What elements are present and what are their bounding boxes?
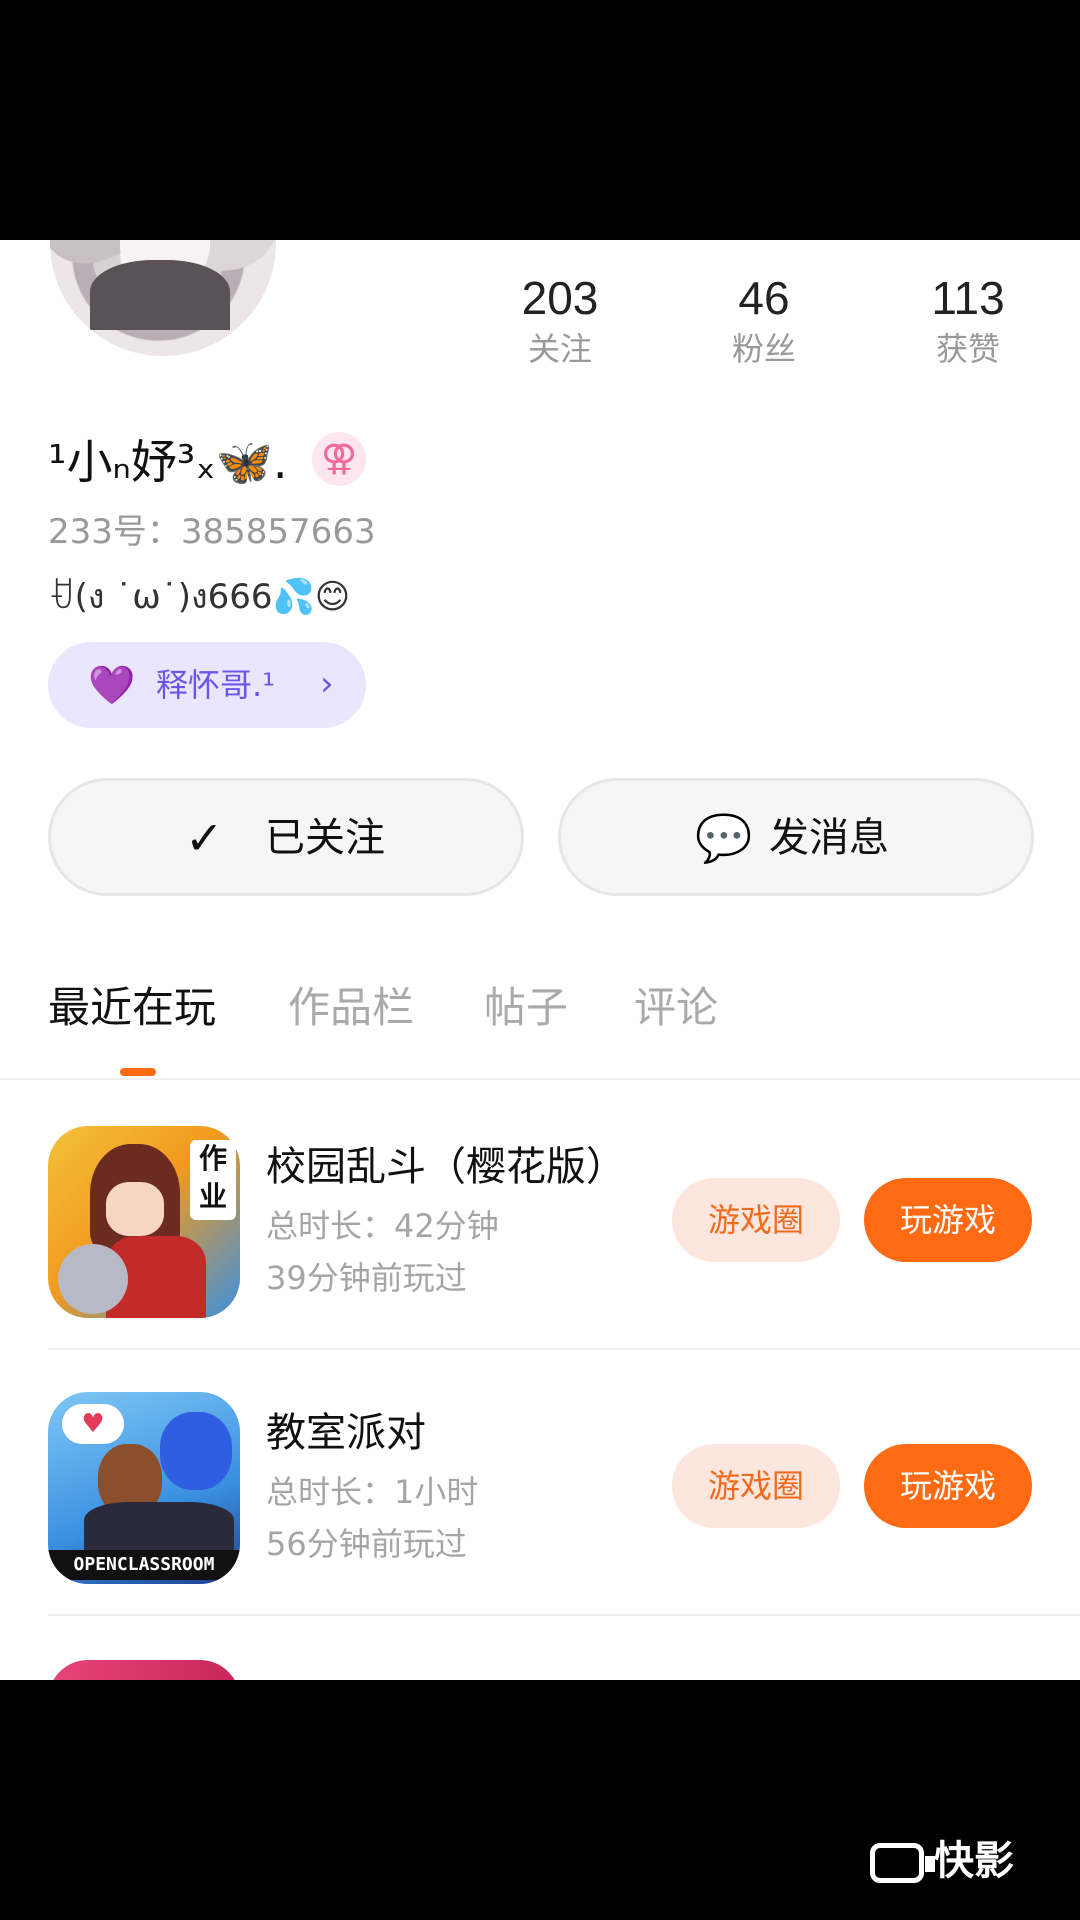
row-divider	[48, 1614, 1080, 1616]
game-total-time: 总时长：42分钟	[266, 1207, 499, 1245]
stat-fans[interactable]: 46 粉丝	[684, 270, 844, 370]
tab-recently-played[interactable]: 最近在玩	[48, 980, 216, 1036]
stat-likes-label: 获赞	[935, 330, 1000, 368]
user-id: 233号：385857663	[48, 512, 376, 552]
game-icon-text: 作业	[190, 1140, 236, 1220]
username: ¹小ₙ妤³ₓ🦋.	[48, 435, 288, 489]
heart-bubble-icon: ♥	[62, 1404, 124, 1444]
heart-icon: 💜	[88, 663, 136, 707]
send-message-button[interactable]: 💬 发消息	[558, 778, 1034, 896]
play-game-button[interactable]: 玩游戏	[864, 1178, 1032, 1262]
list-item[interactable]: 作业 校园乱斗（樱花版） 总时长：42分钟 39分钟前玩过 游戏圈 玩游戏	[0, 1126, 1080, 1391]
tabs-divider	[0, 1078, 1080, 1080]
followed-button-label: 已关注	[265, 815, 385, 861]
game-circle-button[interactable]: 游戏圈	[672, 1178, 840, 1262]
stat-following[interactable]: 203 关注	[480, 270, 640, 370]
check-icon: ✓	[185, 811, 224, 865]
game-icon[interactable]: 作业	[48, 1126, 240, 1318]
stat-fans-label: 粉丝	[731, 330, 796, 368]
relation-tag-chip[interactable]: 💜 释怀哥.¹ ›	[48, 642, 366, 728]
tab-posts[interactable]: 帖子	[484, 980, 568, 1036]
profile-tabs: 最近在玩 作品栏 帖子 评论	[0, 980, 1080, 1070]
stat-following-count: 203	[521, 272, 599, 324]
watermark-label: 快影	[934, 1838, 1014, 1884]
game-title: 教室派对	[266, 1410, 426, 1456]
gender-icon: ⚢	[312, 432, 366, 486]
list-item[interactable]: ♥ OPENCLASSROOM 教室派对 总时长：1小时 56分钟前玩过 游戏圈…	[0, 1392, 1080, 1657]
followed-button[interactable]: ✓ 已关注	[48, 778, 524, 896]
game-icon[interactable]: ♥ OPENCLASSROOM	[48, 1392, 240, 1584]
profile-screen: 203 关注 46 粉丝 113 获赞 ¹小ₙ妤³ₓ🦋. ⚢ 233号：3858…	[0, 240, 1080, 1680]
user-bio: ꀀ(ง ˙ω˙)ง666💦😊	[48, 577, 351, 617]
game-icon-character-2	[58, 1244, 128, 1314]
stat-likes[interactable]: 113 获赞	[888, 270, 1048, 370]
game-icon-logo: OPENCLASSROOM	[48, 1550, 240, 1580]
avatar-collar	[90, 260, 230, 330]
game-title: 校园乱斗（樱花版）	[266, 1144, 626, 1190]
game-last-played: 56分钟前玩过	[266, 1525, 467, 1563]
game-last-played: 39分钟前玩过	[266, 1259, 467, 1297]
row-divider	[48, 1348, 1080, 1350]
chat-bubble-icon: 💬	[695, 811, 753, 865]
game-total-time: 总时长：1小时	[266, 1473, 479, 1511]
chevron-right-icon: ›	[320, 664, 334, 704]
stat-following-label: 关注	[527, 330, 592, 368]
tab-works[interactable]: 作品栏	[288, 980, 414, 1036]
profile-stats: 203 关注 46 粉丝 113 获赞	[480, 270, 1040, 390]
active-tab-indicator	[120, 1068, 156, 1076]
stat-fans-count: 46	[738, 272, 790, 324]
send-message-button-label: 发消息	[769, 815, 889, 861]
tab-comments[interactable]: 评论	[634, 980, 718, 1036]
avatar[interactable]	[50, 240, 276, 356]
game-icon-character-2	[160, 1412, 232, 1490]
kuaiying-watermark: 快影	[870, 1835, 1014, 1887]
game-icon-partial[interactable]	[48, 1660, 240, 1680]
game-circle-button[interactable]: 游戏圈	[672, 1444, 840, 1528]
stat-likes-count: 113	[931, 272, 1005, 324]
relation-tag-label: 释怀哥.¹	[156, 666, 276, 704]
play-game-button[interactable]: 玩游戏	[864, 1444, 1032, 1528]
camera-icon	[870, 1843, 935, 1883]
